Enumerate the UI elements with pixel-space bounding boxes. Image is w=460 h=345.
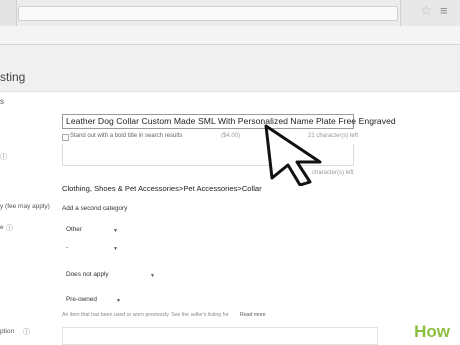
address-bar[interactable] [18,6,398,21]
bookmarks-bar [0,26,460,44]
chevron-down-icon: ▼ [150,273,155,279]
watermark-how: How [414,322,451,341]
back-button[interactable] [0,0,17,27]
chevron-down-icon: ▼ [113,228,118,234]
mouse-cursor-icon [264,124,322,186]
page-header [0,45,460,92]
brand-select[interactable]: Other [66,226,82,233]
bold-title-label: Stand out with a bold title in search re… [70,133,183,139]
condition-select[interactable]: Pre-owned [66,296,97,303]
wikihow-watermark: wikiHow [382,322,460,345]
condition-description: An item that has been used or worn previ… [62,312,229,318]
size-select[interactable]: - [66,244,68,251]
second-category-label: y (fee may apply) [0,203,50,210]
info-icon[interactable]: ⓘ [6,223,13,233]
info-icon[interactable]: ⓘ [0,152,7,162]
page-title: sting [0,70,26,84]
chevron-down-icon: ▼ [113,246,118,252]
bold-title-price: ($4.00) [221,133,241,139]
bold-title-checkbox[interactable] [62,134,69,141]
section-label: s [0,97,4,106]
description-label: ption [0,328,15,335]
chevron-down-icon: ▼ [116,298,121,304]
category-path[interactable]: Clothing, Shoes & Pet Accessories>Pet Ac… [62,184,262,193]
star-icon[interactable]: ☆ [420,3,433,17]
info-icon[interactable]: ⓘ [23,327,30,337]
type-select[interactable]: Does not apply [66,271,109,278]
add-second-category-link[interactable]: Add a second category [62,205,127,212]
menu-icon[interactable]: ≡ [440,4,448,17]
watermark-wiki: wiki [382,322,415,341]
read-more-link[interactable]: Read more [240,312,266,318]
description-editor[interactable] [62,327,378,345]
specific-label: e [0,224,4,231]
